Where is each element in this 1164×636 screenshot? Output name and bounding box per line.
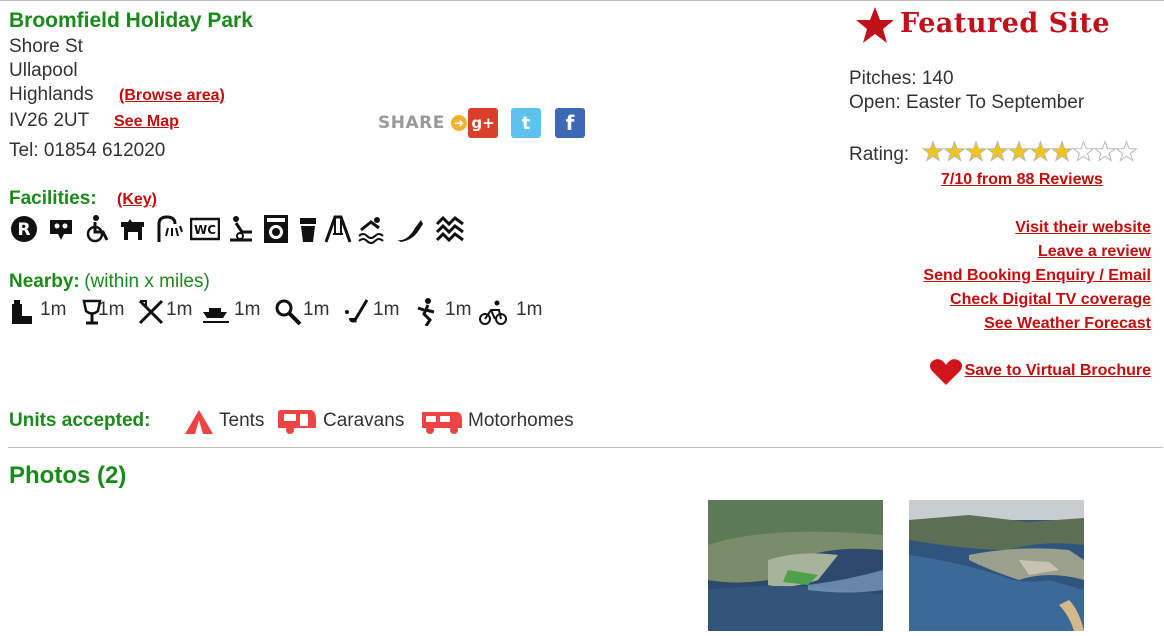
photo-thumbnail[interactable] bbox=[909, 500, 1084, 631]
fishing-icon bbox=[394, 213, 426, 245]
rating-label: Rating: bbox=[849, 144, 910, 165]
star-filled-icon bbox=[1029, 139, 1052, 162]
google-plus-icon[interactable]: g+ bbox=[468, 108, 498, 138]
featured-site-label: Featured Site bbox=[900, 8, 1111, 39]
nearby-distance: 1m bbox=[98, 299, 125, 320]
see-map-link[interactable]: See Map bbox=[114, 113, 179, 131]
save-brochure[interactable]: Save to Virtual Brochure bbox=[929, 358, 1151, 385]
tent-icon bbox=[185, 410, 213, 434]
share-text: SHARE bbox=[378, 113, 445, 133]
star-filled-icon bbox=[943, 139, 966, 162]
facilities-label: Facilities: bbox=[9, 188, 97, 209]
nearby-distance: 1m bbox=[234, 299, 261, 320]
svg-text:WC: WC bbox=[194, 223, 216, 237]
star-filled-icon bbox=[1007, 139, 1031, 162]
dog-icon bbox=[117, 213, 149, 245]
share-label: SHARE ➜ bbox=[378, 113, 468, 133]
unit-motorhomes: Motorhomes bbox=[468, 410, 574, 431]
browse-area-link[interactable]: (Browse area) bbox=[119, 87, 225, 105]
photo-image-1 bbox=[708, 500, 883, 631]
photo-image-2 bbox=[909, 500, 1084, 631]
facilities-key-link[interactable]: (Key) bbox=[117, 191, 157, 209]
reviews-link[interactable]: 7/10 from 88 Reviews bbox=[941, 171, 1103, 189]
check-tv-link[interactable]: Check Digital TV coverage bbox=[950, 291, 1151, 309]
dog-face-icon bbox=[45, 213, 77, 245]
search-icon bbox=[275, 299, 302, 326]
share-arrow-icon: ➜ bbox=[451, 115, 468, 131]
address-line-2: Ullapool bbox=[9, 60, 78, 81]
pitches-info: Pitches: 140 bbox=[849, 68, 954, 89]
nearby-distance: 1m bbox=[40, 299, 67, 320]
caravan-icon bbox=[278, 410, 316, 434]
photos-title: Photos (2) bbox=[9, 462, 127, 489]
nearby-note: (within x miles) bbox=[84, 271, 210, 292]
wheelchair-icon bbox=[82, 213, 114, 245]
cycling-icon bbox=[479, 300, 507, 325]
address-postcode: IV26 2UT bbox=[9, 110, 90, 131]
star-empty-icon bbox=[1072, 139, 1095, 162]
star-filled-icon bbox=[964, 139, 988, 162]
park-name: Broomfield Holiday Park bbox=[9, 9, 253, 32]
playground-icon bbox=[322, 213, 354, 245]
nearby-distance: 1m bbox=[445, 299, 472, 320]
svg-text:R: R bbox=[17, 220, 30, 240]
star-filled-icon bbox=[1050, 139, 1074, 162]
star-empty-icon bbox=[1093, 139, 1117, 162]
restaurant-icon bbox=[138, 299, 164, 325]
rating-stars bbox=[921, 139, 1142, 164]
wc-icon: WC bbox=[189, 213, 221, 245]
motorhome-icon bbox=[422, 412, 462, 434]
water-icon bbox=[434, 213, 466, 245]
twitter-icon[interactable]: t bbox=[511, 108, 541, 138]
registered-icon: R bbox=[8, 213, 40, 245]
nearby-distance: 1m bbox=[166, 299, 193, 320]
save-brochure-link[interactable]: Save to Virtual Brochure bbox=[965, 362, 1151, 380]
washing-machine-icon bbox=[260, 213, 292, 245]
unit-tents: Tents bbox=[219, 410, 265, 431]
star-filled-icon bbox=[921, 139, 945, 162]
nearby-distance: 1m bbox=[373, 299, 400, 320]
section-divider bbox=[8, 447, 1163, 448]
walking-icon bbox=[417, 298, 435, 326]
star-filled-icon bbox=[986, 139, 1009, 162]
heart-icon bbox=[929, 359, 962, 385]
address-line-3: Highlands bbox=[9, 84, 94, 105]
weather-link[interactable]: See Weather Forecast bbox=[984, 315, 1151, 333]
shower-icon bbox=[153, 213, 185, 245]
baby-change-icon bbox=[225, 213, 257, 245]
visit-website-link[interactable]: Visit their website bbox=[1015, 219, 1151, 237]
facebook-icon[interactable]: f bbox=[555, 108, 585, 138]
rating-stars-graphic bbox=[921, 139, 1138, 162]
star-icon bbox=[856, 7, 894, 43]
swimming-icon bbox=[356, 213, 388, 245]
opening-info: Open: Easter To September bbox=[849, 92, 1085, 113]
send-enquiry-link[interactable]: Send Booking Enquiry / Email bbox=[923, 267, 1151, 285]
telephone: Tel: 01854 612020 bbox=[9, 140, 166, 161]
boat-icon bbox=[203, 308, 229, 323]
top-divider bbox=[0, 0, 1164, 1]
nearby-distance: 1m bbox=[516, 299, 543, 320]
nearby-distance: 1m bbox=[303, 299, 330, 320]
bin-icon bbox=[292, 213, 324, 245]
nearby-heading: Nearby: (within x miles) bbox=[9, 271, 210, 293]
nearby-label: Nearby: bbox=[9, 271, 80, 292]
pub-icon bbox=[12, 300, 32, 324]
unit-caravans: Caravans bbox=[323, 410, 405, 431]
leave-review-link[interactable]: Leave a review bbox=[1038, 243, 1151, 261]
address-line-1: Shore St bbox=[9, 36, 83, 57]
units-label: Units accepted: bbox=[9, 410, 151, 431]
star-empty-icon bbox=[1115, 139, 1138, 162]
photo-thumbnail[interactable] bbox=[708, 500, 883, 631]
golf-icon bbox=[345, 299, 369, 323]
